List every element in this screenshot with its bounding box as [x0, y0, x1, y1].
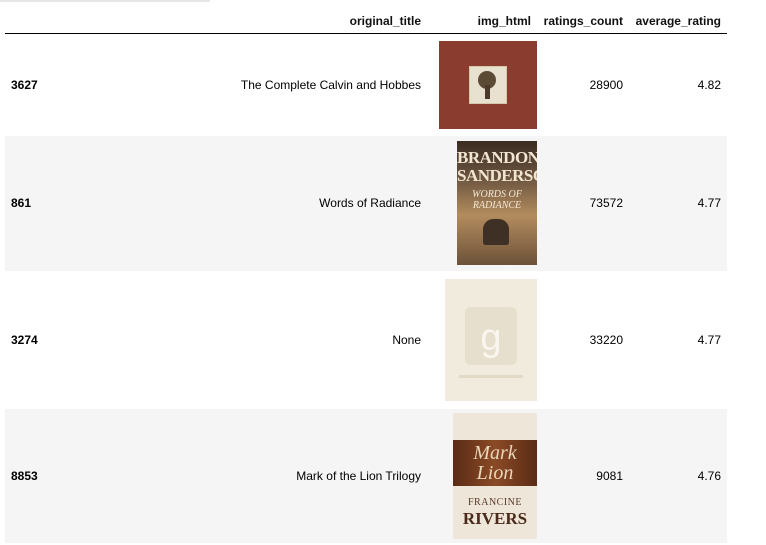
index-column-header: [5, 8, 75, 34]
original-title-cell: None: [392, 332, 421, 347]
img-html-cell: [427, 34, 537, 136]
table-row: 861 Words of Radiance BRANDONSANDERSON W…: [5, 135, 727, 271]
cover-title-text: Mark Lion: [473, 441, 517, 484]
table-header: original_title img_html ratings_count av…: [5, 8, 727, 34]
ratings-count-column-header: ratings_count: [537, 8, 629, 34]
original-title-cell: Mark of the Lion Trilogy: [296, 468, 421, 483]
original-title-cell: The Complete Calvin and Hobbes: [240, 77, 421, 92]
img-html-cell: Mark Lion FRANCINE RIVERS: [427, 409, 537, 543]
row-index: 3274: [11, 332, 38, 347]
cover-author-text: BRANDONSANDERSON: [457, 148, 537, 185]
cover-author-first-text: FRANCINE: [467, 496, 522, 508]
cover-author-last-text: RIVERS: [462, 508, 528, 528]
placeholder-g-cover-image: g: [445, 278, 537, 401]
ratings-count-cell: 9081: [596, 468, 623, 483]
table-row: 8853 Mark of the Lion Trilogy Mark Lion F…: [5, 408, 727, 543]
table-row: 3627 The Complete Calvin and Hobbes 2890…: [5, 34, 727, 136]
img-html-cell: BRANDONSANDERSON WORDS OF RADIANCE: [427, 136, 537, 271]
img-html-cell: g: [427, 271, 537, 409]
average-rating-column-header: average_rating: [629, 8, 727, 34]
calvin-and-hobbes-cover-image: [439, 40, 537, 129]
mark-of-the-lion-cover-image: Mark Lion FRANCINE RIVERS: [453, 412, 537, 539]
row-index: 3627: [11, 77, 38, 92]
table-row: 3274 None g 33220 4.77: [5, 271, 727, 409]
goodreads-g-icon: g: [480, 316, 502, 359]
average-rating-cell: 4.77: [697, 332, 721, 347]
average-rating-cell: 4.82: [697, 77, 721, 92]
average-rating-cell: 4.77: [697, 196, 721, 210]
top-scroll-indicator: [0, 0, 210, 2]
average-rating-cell: 4.76: [697, 468, 721, 483]
row-index: 8853: [11, 468, 38, 483]
cover-title-text: WORDS OF RADIANCE: [472, 189, 522, 211]
ratings-count-cell: 33220: [589, 332, 623, 347]
ratings-count-cell: 28900: [589, 77, 623, 92]
original-title-cell: Words of Radiance: [319, 196, 421, 210]
img-html-column-header: img_html: [427, 8, 537, 34]
ratings-count-cell: 73572: [589, 196, 623, 210]
row-index: 861: [11, 196, 32, 210]
words-of-radiance-cover-image: BRANDONSANDERSON WORDS OF RADIANCE: [457, 141, 537, 265]
original-title-column-header: original_title: [75, 8, 427, 34]
dataframe-table: original_title img_html ratings_count av…: [5, 8, 727, 543]
